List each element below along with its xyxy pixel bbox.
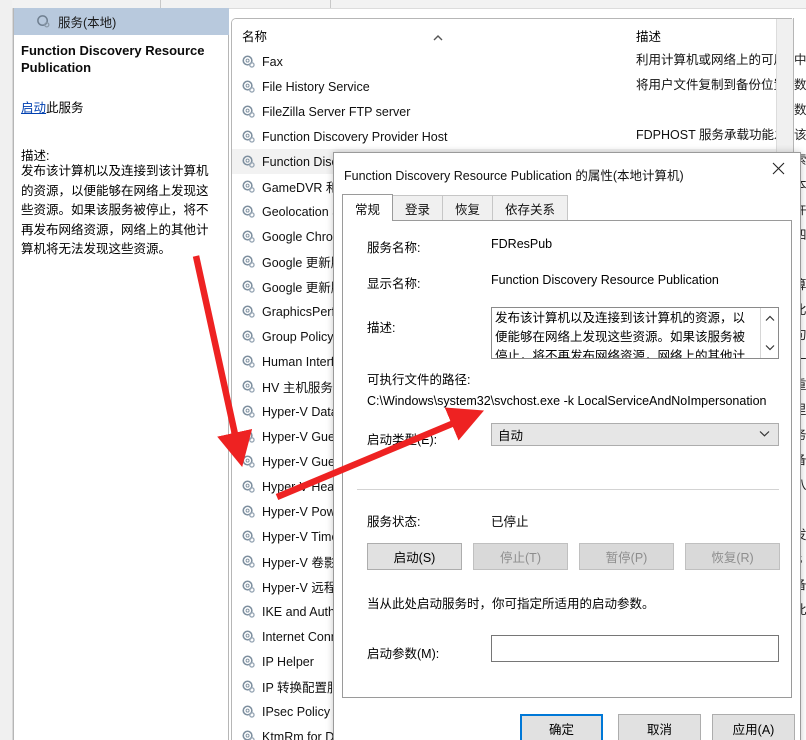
service-row-name: HV 主机服务	[262, 381, 333, 395]
chevron-down-icon[interactable]	[761, 339, 778, 356]
start-service-link[interactable]: 启动	[21, 101, 46, 115]
service-status-label: 服务状态:	[367, 515, 421, 529]
ok-button[interactable]: 确定	[520, 714, 603, 740]
dialog-tabstrip: 常规 登录 恢复 依存关系	[342, 194, 792, 221]
description-scrollbar[interactable]	[760, 308, 778, 358]
service-row-description: 将用户文件复制到备份位置以防...	[636, 78, 791, 92]
dialog-tab-登录[interactable]: 登录	[392, 195, 444, 221]
executable-path-label: 可执行文件的路径:	[367, 373, 471, 387]
service-gear-icon	[242, 480, 255, 493]
startup-type-combobox[interactable]: 自动	[491, 423, 779, 446]
service-gear-icon	[242, 255, 255, 268]
service-gear-icon	[242, 655, 255, 668]
service-gear-icon	[242, 280, 255, 293]
screen: 服务(本地) Function Discovery Resource Publi…	[0, 0, 806, 740]
close-icon[interactable]	[756, 153, 800, 184]
service-gear-icon	[242, 105, 255, 118]
general-tab-panel: 服务名称: FDResPub 显示名称: Function Discovery …	[342, 220, 792, 698]
service-properties-dialog: Function Discovery Resource Publication …	[333, 152, 801, 740]
chevron-up-icon	[432, 31, 444, 41]
dialog-tab-依存关系[interactable]: 依存关系	[492, 195, 569, 221]
startup-params-input[interactable]	[491, 635, 779, 662]
cancel-button[interactable]: 取消	[618, 714, 701, 740]
service-gear-icon	[242, 230, 255, 243]
dialog-title-bar[interactable]: Function Discovery Resource Publication …	[334, 153, 800, 194]
service-gear-icon	[242, 405, 255, 418]
description-label: 描述:	[367, 321, 396, 335]
extended-details-pane	[13, 8, 229, 740]
service-gear-icon	[242, 130, 255, 143]
service-gear-icon	[242, 205, 255, 218]
service-gear-icon	[242, 380, 255, 393]
window-left-gutter	[0, 0, 13, 740]
services-local-tab-label: 服务(本地)	[58, 16, 117, 30]
service-control-button-2: 暂停(P)	[579, 543, 674, 570]
service-gear-icon	[242, 455, 255, 468]
startup-params-label: 启动参数(M):	[367, 647, 440, 661]
service-row-name: IP Helper	[262, 654, 314, 669]
service-row-name: File History Service	[262, 79, 370, 94]
startup-type-value: 自动	[498, 429, 524, 443]
service-gear-icon	[242, 680, 255, 693]
service-gear-icon	[242, 355, 255, 368]
service-gear-icon	[242, 305, 255, 318]
column-header-description[interactable]: 描述	[636, 26, 661, 45]
dialog-title: Function Discovery Resource Publication …	[344, 169, 684, 183]
service-gear-icon	[242, 180, 255, 193]
service-row-name: FileZilla Server FTP server	[262, 104, 411, 119]
services-gear-icon	[36, 14, 51, 29]
service-row-name: Fax	[262, 54, 283, 69]
service-control-button-1: 停止(T)	[473, 543, 568, 570]
executable-path-value: C:\Windows\system32\svchost.exe -k Local…	[367, 394, 767, 408]
chevron-up-icon[interactable]	[761, 310, 778, 327]
service-row-name: Function Discovery Provider Host	[262, 129, 448, 144]
service-name-label: 服务名称:	[367, 241, 421, 255]
service-control-button-3: 恢复(R)	[685, 543, 780, 570]
service-gear-icon	[242, 530, 255, 543]
service-gear-icon	[242, 555, 255, 568]
service-gear-icon	[242, 505, 255, 518]
service-gear-icon	[242, 330, 255, 343]
dialog-body: 常规 登录 恢复 依存关系 服务名称: FDResPub 显示名称: Function…	[334, 194, 800, 740]
service-gear-icon	[242, 80, 255, 93]
startup-params-hint: 当从此处启动服务时，你可指定所适用的启动参数。	[367, 597, 655, 611]
service-name-value: FDResPub	[491, 237, 553, 251]
section-divider-top	[357, 489, 779, 490]
startup-type-label: 启动类型(E):	[367, 433, 438, 447]
service-gear-icon	[242, 580, 255, 593]
service-gear-icon	[242, 155, 255, 168]
services-local-tab[interactable]: 服务(本地)	[13, 8, 229, 35]
dialog-tab-常规[interactable]: 常规	[342, 194, 394, 221]
service-gear-icon	[242, 430, 255, 443]
service-gear-icon	[242, 705, 255, 718]
chevron-down-icon	[759, 429, 770, 440]
service-row-description: FDPHOST 服务承载功能发现(FD...	[636, 128, 791, 142]
service-control-button-0[interactable]: 启动(S)	[367, 543, 462, 570]
service-status-value: 已停止	[491, 515, 529, 529]
top-strip-seam-2	[330, 0, 331, 8]
description-readonly-box[interactable]: 发布该计算机以及连接到该计算机的资源，以便能够在网络上发现这些资源。如果该服务被…	[491, 307, 779, 359]
top-strip-seam-1	[160, 0, 161, 8]
service-row-description: 利用计算机或网络上的可用传真资源，	[636, 53, 791, 67]
apply-button[interactable]: 应用(A)	[712, 714, 795, 740]
service-gear-icon	[242, 605, 255, 618]
start-service-line: 启动此服务	[21, 97, 84, 116]
selected-service-title: Function Discovery Resource Publication	[21, 43, 205, 75]
list-column-header: 名称 描述	[232, 19, 791, 49]
service-gear-icon	[242, 630, 255, 643]
service-row-description	[636, 99, 791, 124]
services-description-column: 利用计算机或网络上的可用传真资源， 将用户文件复制到备份位置以防... FDPHOS…	[636, 49, 791, 149]
description-text: 发布该计算机以及连接到该计算机的资源，以便能够在网络上发现这些资源。如果该服务被…	[495, 311, 746, 359]
column-header-name[interactable]: 名称	[242, 26, 267, 45]
display-name-value: Function Discovery Resource Publication	[491, 273, 719, 287]
display-name-label: 显示名称:	[367, 277, 421, 291]
service-gear-icon	[242, 730, 255, 740]
service-gear-icon	[242, 55, 255, 68]
left-description-text: 发布该计算机以及连接到该计算机的资源，以便能够在网络上发现这些资源。如果该服务被…	[21, 164, 209, 256]
start-service-suffix: 此服务	[46, 101, 84, 115]
dialog-tab-恢复[interactable]: 恢复	[442, 195, 494, 221]
